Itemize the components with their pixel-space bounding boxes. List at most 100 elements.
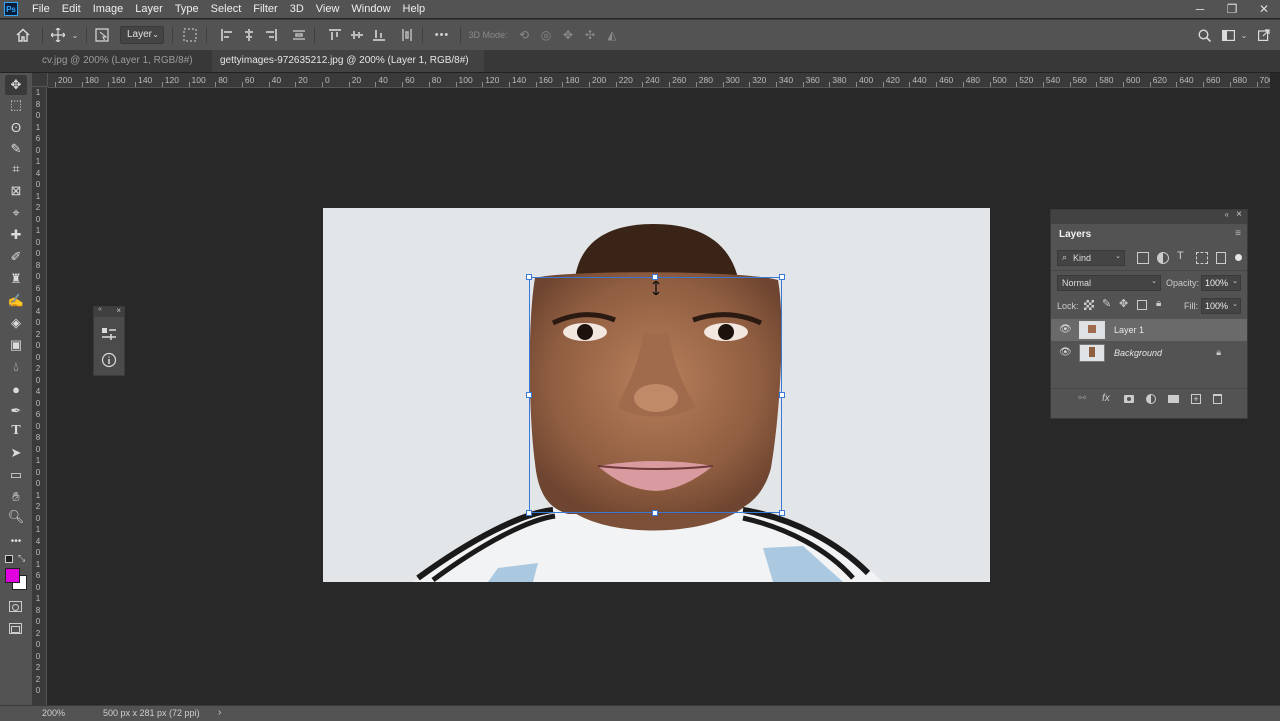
menu-select[interactable]: Select: [205, 0, 248, 18]
spot-healing-tool-icon[interactable]: ✚: [5, 225, 27, 245]
chevron-down-icon[interactable]: ⌄: [1238, 20, 1250, 50]
menu-type[interactable]: Type: [169, 0, 205, 18]
hand-tool-icon[interactable]: ✋︎: [5, 487, 27, 507]
close-icon[interactable]: ×: [116, 306, 121, 315]
crop-tool-icon[interactable]: ⌗: [5, 159, 27, 179]
type-tool-icon[interactable]: T: [5, 421, 27, 441]
3d-scale-icon[interactable]: ◭: [602, 20, 622, 50]
zoom-level[interactable]: 200%: [42, 708, 65, 718]
document-canvas[interactable]: [323, 208, 990, 582]
info-icon[interactable]: [101, 352, 117, 368]
move-tool-icon[interactable]: ✥: [5, 75, 27, 95]
restore-button[interactable]: ❐: [1216, 0, 1248, 18]
layer-row-background[interactable]: 👁︎ Background 🔒︎: [1051, 342, 1247, 364]
menu-edit[interactable]: Edit: [56, 0, 87, 18]
collapse-icon[interactable]: «: [1225, 210, 1229, 219]
layer-row-layer-1[interactable]: 👁︎ Layer 1: [1051, 319, 1247, 341]
panel-menu-icon[interactable]: ≡: [1235, 228, 1241, 239]
lock-artboard-icon[interactable]: [1137, 300, 1147, 310]
filter-smart-object-icon[interactable]: [1216, 252, 1226, 264]
foreground-color-swatch[interactable]: [5, 568, 20, 583]
align-right-icon[interactable]: [262, 20, 280, 50]
chevron-right-icon[interactable]: ›: [218, 707, 221, 718]
fx-icon[interactable]: fx: [1102, 393, 1110, 404]
layer-name[interactable]: Background: [1114, 342, 1162, 364]
distribute-icon[interactable]: [290, 20, 308, 50]
align-center-icon[interactable]: [240, 20, 258, 50]
menu-window[interactable]: Window: [345, 0, 396, 18]
collapse-icon[interactable]: «: [98, 306, 102, 313]
transform-handle[interactable]: [779, 392, 785, 398]
auto-select-target-dropdown[interactable]: Layer ⌄: [120, 26, 164, 44]
blend-mode-dropdown[interactable]: Normal ⌄: [1057, 275, 1161, 291]
menu-3d[interactable]: 3D: [284, 0, 310, 18]
align-left-icon[interactable]: [218, 20, 236, 50]
trash-icon[interactable]: [1213, 394, 1222, 404]
ruler-origin[interactable]: [32, 73, 48, 87]
minimize-button[interactable]: ─: [1184, 0, 1216, 18]
visibility-eye-icon[interactable]: 👁︎: [1059, 324, 1072, 336]
filter-type-icon[interactable]: T: [1177, 250, 1184, 262]
search-icon[interactable]: [1194, 20, 1214, 50]
chevron-down-icon[interactable]: ⌄: [68, 20, 82, 50]
transform-handle[interactable]: [779, 510, 785, 516]
menu-filter[interactable]: Filter: [247, 0, 283, 18]
tab-cv[interactable]: cv.jpg @ 200% (Layer 1, RGB/8#) *×: [34, 50, 212, 88]
share-icon[interactable]: [1254, 20, 1274, 50]
clone-stamp-tool-icon[interactable]: ♜: [5, 269, 27, 289]
path-selection-tool-icon[interactable]: ➤: [5, 443, 27, 463]
transform-handle[interactable]: [526, 274, 532, 280]
more-options-icon[interactable]: •••: [430, 20, 454, 50]
transform-handle[interactable]: [652, 510, 658, 516]
3d-pan-icon[interactable]: ✥: [558, 20, 578, 50]
filter-adjustment-icon[interactable]: [1157, 252, 1169, 264]
menu-help[interactable]: Help: [397, 0, 432, 18]
default-colors-icon[interactable]: [5, 555, 13, 563]
distribute-vertical-icon[interactable]: [398, 20, 416, 50]
lock-transparent-icon[interactable]: [1084, 300, 1094, 310]
menu-view[interactable]: View: [310, 0, 346, 18]
swap-colors-icon[interactable]: ⤡: [18, 553, 25, 564]
transform-handle[interactable]: [652, 274, 658, 280]
quick-selection-tool-icon[interactable]: ✎: [5, 139, 27, 159]
blur-tool-icon[interactable]: 💧︎: [5, 357, 27, 377]
adjustment-icon[interactable]: [1146, 394, 1156, 404]
pen-tool-icon[interactable]: ✒: [5, 401, 27, 421]
menu-layer[interactable]: Layer: [129, 0, 169, 18]
filter-pixel-icon[interactable]: [1137, 252, 1149, 264]
home-icon[interactable]: [10, 20, 36, 50]
mask-icon[interactable]: [1124, 395, 1134, 403]
3d-orbit-icon[interactable]: ⟲: [514, 20, 534, 50]
quick-mask-icon[interactable]: [9, 601, 22, 612]
close-icon[interactable]: ×: [1236, 209, 1242, 220]
align-bottom-icon[interactable]: [370, 20, 388, 50]
history-brush-tool-icon[interactable]: ✍: [5, 291, 27, 311]
move-icon[interactable]: [48, 20, 68, 50]
lock-position-icon[interactable]: ✥: [1119, 297, 1128, 310]
transform-handle[interactable]: [779, 274, 785, 280]
gradient-tool-icon[interactable]: ▣: [5, 335, 27, 355]
tab-gettyimages[interactable]: gettyimages-972635212.jpg @ 200% (Layer …: [212, 50, 484, 88]
lock-all-icon[interactable]: 🔒︎: [1156, 298, 1161, 309]
transform-bounding-box[interactable]: [529, 277, 782, 513]
align-top-icon[interactable]: [326, 20, 344, 50]
layers-tab[interactable]: Layers: [1051, 224, 1111, 246]
adjustments-icon[interactable]: [101, 327, 117, 341]
filter-toggle-icon[interactable]: [1235, 254, 1242, 261]
filter-kind-dropdown[interactable]: ⌕ Kind ⌄: [1057, 250, 1125, 266]
screen-mode-icon[interactable]: [9, 623, 22, 634]
rectangle-tool-icon[interactable]: ▭: [5, 465, 27, 485]
new-layer-icon[interactable]: +: [1191, 394, 1201, 404]
fill-field[interactable]: 100% ⌄: [1201, 298, 1241, 314]
frame-tool-icon[interactable]: ⊠: [5, 181, 27, 201]
close-window-button[interactable]: ✕: [1248, 0, 1280, 18]
auto-select-icon[interactable]: [92, 20, 112, 50]
align-middle-icon[interactable]: [348, 20, 366, 50]
menu-image[interactable]: Image: [87, 0, 130, 18]
lasso-tool-icon[interactable]: ʘ: [5, 117, 27, 137]
show-transform-controls-icon[interactable]: [180, 20, 200, 50]
artboard-marquee-tool-icon[interactable]: ⬚: [5, 95, 27, 115]
3d-slide-icon[interactable]: ✣: [580, 20, 600, 50]
layer-name[interactable]: Layer 1: [1114, 319, 1144, 341]
group-icon[interactable]: [1168, 395, 1179, 403]
